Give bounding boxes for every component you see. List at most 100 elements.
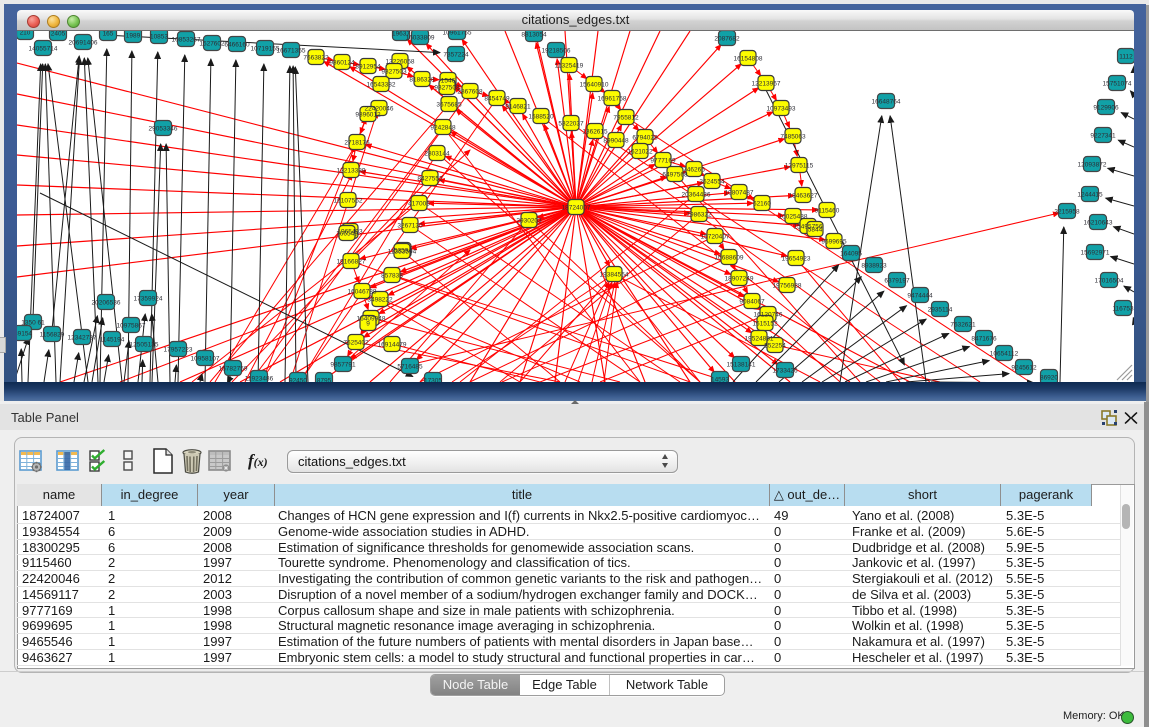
svg-text:16046788: 16046788 <box>348 289 377 296</box>
svg-text:10973493: 10973493 <box>767 106 796 113</box>
svg-text:7663822: 7663822 <box>303 55 329 62</box>
svg-text:12342737: 12342737 <box>68 335 97 342</box>
svg-text:16210643: 16210643 <box>1084 220 1113 227</box>
svg-text:2867608: 2867608 <box>457 89 483 96</box>
svg-text:9084067: 9084067 <box>739 299 765 306</box>
svg-text:3215958: 3215958 <box>1054 209 1080 216</box>
svg-text:9474444: 9474444 <box>907 293 933 300</box>
svg-text:9: 9 <box>366 321 370 328</box>
svg-text:1621022: 1621022 <box>627 149 653 156</box>
svg-text:16961758: 16961758 <box>598 96 627 103</box>
svg-text:2803144: 2803144 <box>424 151 450 158</box>
svg-text:14055714: 14055714 <box>29 46 58 53</box>
svg-text:8990448: 8990448 <box>603 138 629 145</box>
svg-text:7357224: 7357224 <box>443 52 469 59</box>
svg-text:6794028: 6794028 <box>632 135 658 142</box>
svg-text:10853: 10853 <box>150 34 168 41</box>
svg-text:7625402: 7625402 <box>343 340 369 347</box>
svg-text:8186328: 8186328 <box>409 77 435 84</box>
svg-text:1546: 1546 <box>441 78 456 85</box>
svg-text:10688609: 10688609 <box>715 255 744 262</box>
svg-text:19384554: 19384554 <box>600 272 629 279</box>
svg-text:17359924: 17359924 <box>134 296 163 303</box>
svg-text:1156829: 1156829 <box>40 332 65 339</box>
svg-text:1989: 1989 <box>126 33 141 40</box>
svg-text:8938923: 8938923 <box>861 263 887 270</box>
svg-text:19166827: 19166827 <box>337 259 366 266</box>
svg-text:7485063: 7485063 <box>780 134 806 141</box>
svg-text:1527602: 1527602 <box>199 41 225 48</box>
svg-text:12093872: 12093872 <box>1078 162 1107 169</box>
svg-text:3624554: 3624554 <box>699 179 725 186</box>
svg-text:11353594: 11353594 <box>388 249 417 256</box>
svg-text:86920: 86920 <box>1040 375 1058 382</box>
svg-text:1615152: 1615152 <box>752 321 778 328</box>
svg-text:6379197: 6379197 <box>884 278 910 285</box>
svg-text:11325419: 11325419 <box>555 63 584 70</box>
svg-text:15138141: 15138141 <box>727 362 756 369</box>
svg-text:39154: 39154 <box>17 331 32 338</box>
svg-text:1350 61: 1350 61 <box>21 320 45 327</box>
svg-text:18724007: 18724007 <box>562 205 591 212</box>
svg-text:9327503: 9327503 <box>381 69 407 76</box>
svg-text:9227341: 9227341 <box>1090 133 1116 140</box>
svg-text:3498222: 3498222 <box>367 297 393 304</box>
svg-text:2930203: 2930203 <box>516 218 542 225</box>
svg-text:6497568: 6497568 <box>662 172 688 179</box>
svg-text:12213967: 12213967 <box>752 81 781 88</box>
svg-text:9115460: 9115460 <box>815 208 840 215</box>
svg-text:252254: 252254 <box>764 343 786 350</box>
svg-text:8813054: 8813054 <box>521 32 547 39</box>
svg-text:14593: 14593 <box>711 377 729 383</box>
svg-text:1733426: 1733426 <box>772 368 798 375</box>
svg-text:210: 210 <box>20 31 31 37</box>
svg-text:10807487: 10807487 <box>725 190 754 197</box>
svg-text:857833: 857833 <box>381 273 403 280</box>
svg-text:18907249: 18907249 <box>725 276 754 283</box>
svg-text:8471676: 8471676 <box>971 336 997 343</box>
svg-text:9896012: 9896012 <box>355 112 381 119</box>
svg-text:9129906: 9129906 <box>1093 105 1119 112</box>
svg-text:12213389: 12213389 <box>337 168 366 175</box>
svg-text:15692971: 15692971 <box>1081 250 1110 257</box>
svg-text:9245612: 9245612 <box>1011 365 1037 372</box>
svg-text:29053346: 29053346 <box>149 126 178 133</box>
svg-text:1145194: 1145194 <box>100 337 125 344</box>
svg-text:9242848: 9242848 <box>430 125 456 132</box>
svg-text:2718176: 2718176 <box>344 140 370 147</box>
svg-text:2405: 2405 <box>51 31 66 38</box>
svg-text:9699695: 9699695 <box>821 239 847 246</box>
svg-text:166549: 166549 <box>336 231 358 238</box>
svg-text:16782759: 16782759 <box>219 366 248 373</box>
svg-text:15720407: 15720407 <box>701 234 730 241</box>
svg-text:2935114: 2935114 <box>928 307 953 314</box>
svg-text:9860124: 9860124 <box>329 60 355 67</box>
svg-text:16107552: 16107552 <box>334 198 363 205</box>
svg-text:20691406: 20691406 <box>69 40 98 47</box>
svg-text:8795: 8795 <box>317 378 332 383</box>
svg-text:62160: 62160 <box>753 201 771 208</box>
svg-text:17016504: 17016504 <box>1095 278 1124 285</box>
svg-text:10961755: 10961755 <box>443 31 472 37</box>
svg-text:16409948: 16409948 <box>357 316 386 323</box>
svg-text:16033809: 16033809 <box>406 35 435 42</box>
svg-text:3675685: 3675685 <box>436 102 462 109</box>
svg-text:19218506: 19218506 <box>542 48 571 55</box>
svg-text:17957223: 17957223 <box>164 347 193 354</box>
svg-text:1588520: 1588520 <box>528 114 554 121</box>
svg-text:8912954: 8912954 <box>355 64 381 71</box>
svg-text:2087682: 2087682 <box>714 36 740 43</box>
svg-text:12505135: 12505135 <box>130 342 159 349</box>
svg-text:8454749: 8454749 <box>484 96 510 103</box>
svg-text:7955812: 7955812 <box>613 115 639 122</box>
svg-text:92450: 92450 <box>289 378 307 383</box>
svg-text:16914479: 16914479 <box>378 342 407 349</box>
svg-text:164095: 164095 <box>840 251 862 258</box>
svg-text:10853267: 10853267 <box>172 37 201 44</box>
svg-text:6466160: 6466160 <box>224 42 250 49</box>
svg-text:10958107: 10958107 <box>191 356 220 363</box>
svg-text:1362615: 1362615 <box>582 129 608 136</box>
svg-text:10654112: 10654112 <box>990 351 1019 358</box>
svg-text:10025438: 10025438 <box>779 214 808 221</box>
svg-text:19756928: 19756928 <box>773 283 802 290</box>
